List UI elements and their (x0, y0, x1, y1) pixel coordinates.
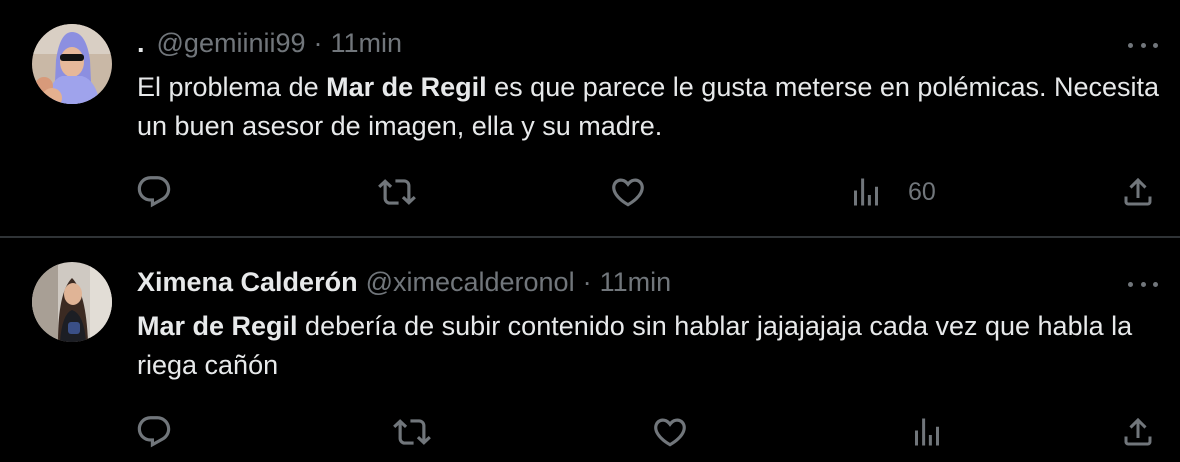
display-name[interactable]: . (137, 28, 145, 59)
reply-button[interactable] (135, 412, 173, 452)
retweet-icon (393, 419, 431, 445)
reply-button[interactable] (135, 172, 173, 212)
action-bar: 60 (0, 172, 1180, 212)
avatar-image (32, 24, 112, 104)
separator: · (582, 266, 592, 297)
timestamp[interactable]: 11min (600, 267, 672, 298)
separator: · (313, 27, 323, 58)
user-handle[interactable]: @ximecalderonol (366, 267, 575, 298)
reply-icon (137, 176, 171, 208)
action-bar (0, 412, 1180, 452)
share-icon (1124, 417, 1152, 446)
share-button[interactable] (1120, 172, 1156, 212)
tweet[interactable]: . @gemiinii99 · 11min El problema de Mar… (0, 0, 1180, 236)
user-handle[interactable]: @gemiinii99 (157, 28, 306, 59)
views-button[interactable]: 60 (848, 172, 936, 212)
tweet-text: El problema de Mar de Regil es que parec… (137, 68, 1167, 146)
like-icon (654, 418, 686, 447)
tweet-text: Mar de Regil debería de subir contenido … (137, 307, 1167, 385)
share-icon (1124, 177, 1152, 206)
retweet-icon (378, 179, 416, 205)
retweet-button[interactable] (378, 172, 416, 212)
more-icon[interactable] (1128, 40, 1158, 50)
views-icon (854, 178, 878, 206)
avatar[interactable] (32, 24, 112, 104)
views-button[interactable] (909, 412, 945, 452)
retweet-button[interactable] (393, 412, 431, 452)
like-button[interactable] (609, 172, 647, 212)
avatar-image (32, 262, 112, 342)
mention[interactable]: Mar de Regil (137, 311, 298, 341)
timestamp[interactable]: 11min (331, 28, 403, 59)
avatar[interactable] (32, 262, 112, 342)
text-part: El problema de (137, 72, 327, 102)
like-button[interactable] (651, 412, 689, 452)
views-count: 60 (908, 177, 936, 206)
mention[interactable]: Mar de Regil (326, 72, 487, 102)
more-icon[interactable] (1128, 279, 1158, 289)
display-name[interactable]: Ximena Calderón (137, 267, 358, 298)
tweet-header: Ximena Calderón @ximecalderonol · 11min (137, 264, 671, 300)
like-icon (612, 178, 644, 207)
views-icon (915, 418, 939, 446)
share-button[interactable] (1120, 412, 1156, 452)
reply-icon (137, 416, 171, 448)
tweet[interactable]: Ximena Calderón @ximecalderonol · 11min … (0, 238, 1180, 462)
tweet-header: . @gemiinii99 · 11min (137, 25, 402, 61)
